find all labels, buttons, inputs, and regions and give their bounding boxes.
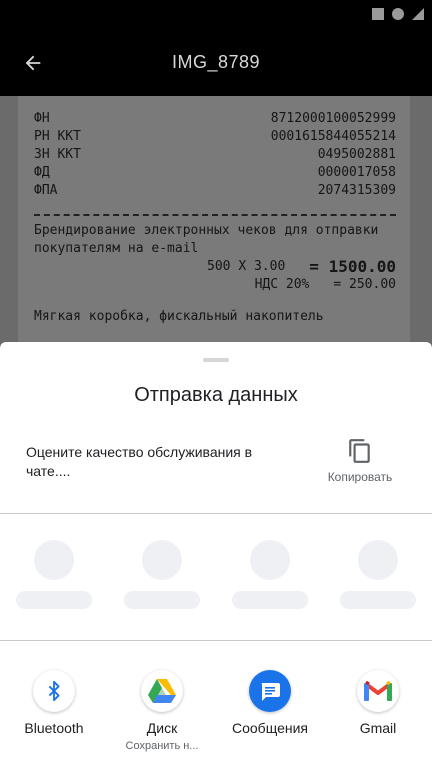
receipt-tail-text: Мягкая коробка, фискальный накопитель	[34, 309, 324, 324]
receipt-item-text: Брендирование электронных чеков для отпр…	[34, 223, 379, 238]
sheet-title: Отправка данных	[134, 384, 298, 406]
drag-handle[interactable]	[203, 358, 229, 362]
receipt-tax-line: НДС 20% = 250.00	[254, 277, 396, 292]
copy-icon	[349, 439, 370, 463]
receipt-divider	[34, 214, 396, 216]
gmail-icon	[357, 670, 399, 712]
share-sheet: Отправка данных Оцените качество обслужи…	[0, 342, 432, 768]
share-target-bluetooth[interactable]: Bluetooth	[0, 666, 108, 762]
circle-icon	[392, 8, 404, 20]
receipt-photo[interactable]: ФН 8712000100052999 РН ККТ 000161584405521…	[0, 96, 432, 346]
share-target-messages[interactable]: Сообщения	[216, 666, 324, 762]
copy-button[interactable]: Копировать	[318, 434, 402, 490]
bluetooth-icon	[33, 670, 75, 712]
receipt-line: ФПА 2074315309	[34, 183, 396, 198]
status-icons	[372, 8, 424, 20]
receipt-line: РН ККТ 0001615844055214	[34, 129, 396, 144]
app-label: Сообщения	[232, 720, 308, 736]
loading-placeholder	[124, 591, 200, 609]
loading-placeholder	[16, 591, 92, 609]
triangle-icon	[412, 8, 424, 20]
app-label: Bluetooth	[24, 720, 84, 736]
receipt-line: ФН 8712000100052999	[34, 111, 396, 126]
loading-placeholder	[358, 540, 398, 580]
divider	[0, 640, 432, 641]
image-title: IMG_8789	[171, 52, 261, 72]
app-bar: IMG_8789	[0, 30, 432, 96]
receipt-price-line: 500 X 3.00 = 1500.00	[207, 257, 396, 276]
loading-placeholder	[232, 591, 308, 609]
receipt-line: ФД 0000017058	[34, 165, 396, 180]
loading-placeholder	[142, 540, 182, 580]
divider	[0, 513, 432, 514]
loading-placeholder	[34, 540, 74, 580]
copy-label: Копировать	[327, 470, 393, 484]
messages-icon	[249, 670, 291, 712]
app-label: Диск	[146, 720, 178, 736]
loading-placeholder	[340, 591, 416, 609]
square-icon	[372, 8, 384, 20]
shared-text-preview: Оцените качество обслуживания в чате....	[26, 444, 253, 479]
app-sublabel: Сохранить н...	[125, 740, 199, 752]
receipt-line: ЗН ККТ 0495002881	[34, 147, 396, 162]
loading-placeholder	[250, 540, 290, 580]
share-target-drive[interactable]: Диск Сохранить н...	[108, 666, 216, 762]
status-bar	[0, 0, 432, 30]
share-target-gmail[interactable]: Gmail	[324, 666, 432, 762]
receipt-paper: ФН 8712000100052999 РН ККТ 000161584405521…	[18, 96, 410, 346]
receipt-item-text: покупателям на e-mail	[34, 241, 199, 256]
app-label: Gmail	[359, 720, 397, 736]
google-drive-icon	[141, 670, 183, 712]
